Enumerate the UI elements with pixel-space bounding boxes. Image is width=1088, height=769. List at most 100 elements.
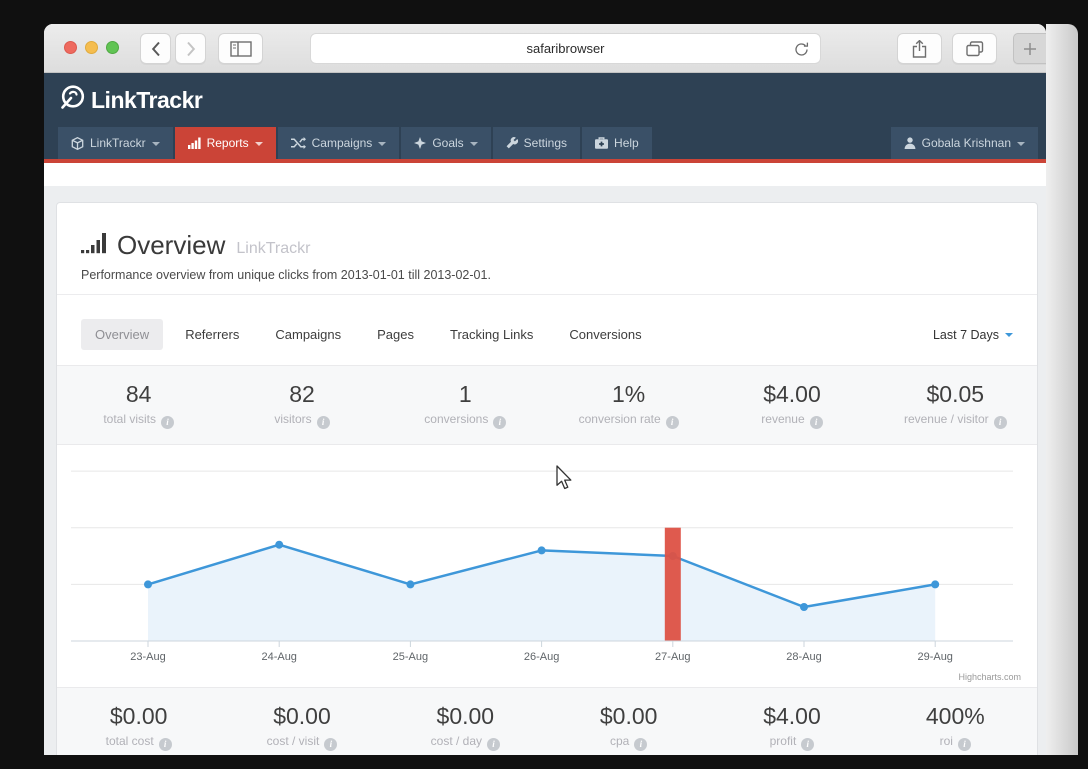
stat-label: visitors i <box>220 412 383 429</box>
stat-label: profit i <box>710 734 873 751</box>
x-tick-label: 25-Aug <box>393 651 428 663</box>
user-menu[interactable]: Gobala Krishnan <box>890 127 1038 159</box>
stat-label: conversion rate i <box>547 412 710 429</box>
forward-button[interactable] <box>175 33 206 64</box>
minimize-window-button[interactable] <box>85 41 98 54</box>
tab-tracking-links[interactable]: Tracking Links <box>436 319 547 350</box>
wrench-icon <box>506 137 518 149</box>
plus-icon <box>1023 42 1037 56</box>
card-header: Overview LinkTrackr Performance overview… <box>57 203 1037 295</box>
data-point-24-Aug[interactable] <box>275 540 284 549</box>
page-title-suffix: LinkTrackr <box>236 239 311 257</box>
chevron-left-icon <box>151 41 161 57</box>
nav-item-linktrackr[interactable]: LinkTrackr <box>58 127 173 159</box>
brand-name: LinkTrackr <box>91 86 203 113</box>
close-window-button[interactable] <box>64 41 77 54</box>
x-tick-label: 28-Aug <box>786 651 821 663</box>
x-tick-label: 27-Aug <box>655 651 690 663</box>
conversion-column-27-Aug[interactable] <box>664 527 681 641</box>
page-subtitle: Performance overview from unique clicks … <box>81 268 491 282</box>
info-icon[interactable]: i <box>324 738 338 751</box>
data-point-28-Aug[interactable] <box>800 603 808 611</box>
tab-pages[interactable]: Pages <box>363 319 428 350</box>
info-icon[interactable]: i <box>801 738 815 751</box>
address-bar[interactable]: safaribrowser <box>310 33 821 64</box>
share-icon <box>912 39 927 58</box>
data-point-23-Aug[interactable] <box>144 580 152 589</box>
chart-svg: 23-Aug 24-Aug 25-Aug 26-Aug 27-Aug 28-Aug 29-A… <box>71 470 1013 663</box>
report-tabs: Overview Referrers Campaigns Pages Tracking … <box>57 295 1037 365</box>
highcharts-credit-link[interactable]: Highcharts.com <box>958 672 1021 682</box>
area-fill <box>148 544 936 641</box>
tabs-overview-icon <box>965 40 984 57</box>
info-icon[interactable]: i <box>957 738 971 751</box>
data-point-29-Aug[interactable] <box>931 580 940 589</box>
stat-label: cost / day i <box>384 734 547 751</box>
nav-item-campaigns[interactable]: Campaigns <box>277 127 400 159</box>
info-icon[interactable]: i <box>161 416 174 429</box>
info-icon[interactable]: i <box>158 738 172 751</box>
data-point-26-Aug[interactable] <box>537 546 546 555</box>
stat-label: total cost i <box>57 734 220 751</box>
signal-bars-icon <box>81 232 108 259</box>
stat-cpa: $0.00 cpa i <box>547 703 710 751</box>
x-tick-label: 23-Aug <box>130 651 165 663</box>
main-nav: LinkTrackr Reports Campaigns Goals Settings H… <box>44 127 1046 163</box>
overview-card: Overview LinkTrackr Performance overview… <box>56 202 1038 755</box>
x-tick-label: 24-Aug <box>261 651 296 663</box>
x-tick-label: 26-Aug <box>524 651 559 663</box>
stat-label: conversions i <box>384 412 547 429</box>
nav-item-goals[interactable]: Goals <box>401 127 491 159</box>
stat-label: cost / visit i <box>220 734 383 751</box>
sidebar-button[interactable] <box>218 33 263 64</box>
background-window-edge <box>1046 24 1078 755</box>
info-icon[interactable]: i <box>665 416 679 429</box>
zoom-window-button[interactable] <box>106 41 119 54</box>
info-icon[interactable]: i <box>487 738 500 751</box>
chevron-right-icon <box>186 41 196 57</box>
tab-conversions[interactable]: Conversions <box>555 319 655 350</box>
nav-item-settings[interactable]: Settings <box>492 127 581 159</box>
shuffle-icon <box>290 137 306 149</box>
stat-profit: $4.00 profit i <box>710 703 873 751</box>
info-icon[interactable]: i <box>316 416 330 429</box>
stat-value: $4.00 <box>763 381 821 407</box>
cube-icon <box>71 136 84 150</box>
stat-conversion-rate: 1% conversion rate i <box>547 381 710 429</box>
page-title: Overview <box>117 230 226 260</box>
visits-chart: 23-Aug 24-Aug 25-Aug 26-Aug 27-Aug 28-Aug 29-A… <box>57 445 1037 687</box>
page-background: Overview LinkTrackr Performance overview… <box>44 186 1046 755</box>
info-icon[interactable]: i <box>634 738 648 751</box>
diamond-icon <box>414 137 427 149</box>
nav-item-help[interactable]: Help <box>582 127 652 159</box>
chevron-down-icon <box>151 141 160 146</box>
stat-roi: 400% roi i <box>874 703 1037 751</box>
tab-campaigns[interactable]: Campaigns <box>261 319 355 350</box>
stat-value: 1% <box>612 381 646 407</box>
tab-overview[interactable]: Overview <box>81 319 164 350</box>
bar-chart-icon <box>187 137 201 149</box>
stat-value: 1 <box>458 381 472 407</box>
info-icon[interactable]: i <box>993 416 1007 429</box>
tab-referrers[interactable]: Referrers <box>171 319 253 350</box>
brand-logo[interactable]: LinkTrackr <box>59 84 203 116</box>
data-point-25-Aug[interactable] <box>406 580 415 589</box>
info-icon[interactable]: i <box>493 416 507 429</box>
chevron-down-icon <box>254 141 263 146</box>
reload-icon[interactable] <box>793 41 810 63</box>
new-tab-button[interactable] <box>1013 33 1046 64</box>
nav-item-reports[interactable]: Reports <box>174 127 276 159</box>
back-button[interactable] <box>140 33 171 64</box>
stat-cost-visit: $0.00 cost / visit i <box>220 703 383 751</box>
date-range-selector[interactable]: Last 7 Days <box>933 328 1013 342</box>
share-button[interactable] <box>897 33 942 64</box>
stat-value: $4.00 <box>763 703 821 729</box>
chevron-down-icon <box>1017 141 1025 146</box>
show-tabs-button[interactable] <box>952 33 997 64</box>
traffic-lights <box>64 41 119 54</box>
stat-revenue: $4.00 revenue i <box>710 381 873 429</box>
chevron-down-icon <box>378 141 387 146</box>
info-icon[interactable]: i <box>809 416 823 429</box>
stat-label: revenue i <box>710 412 873 429</box>
